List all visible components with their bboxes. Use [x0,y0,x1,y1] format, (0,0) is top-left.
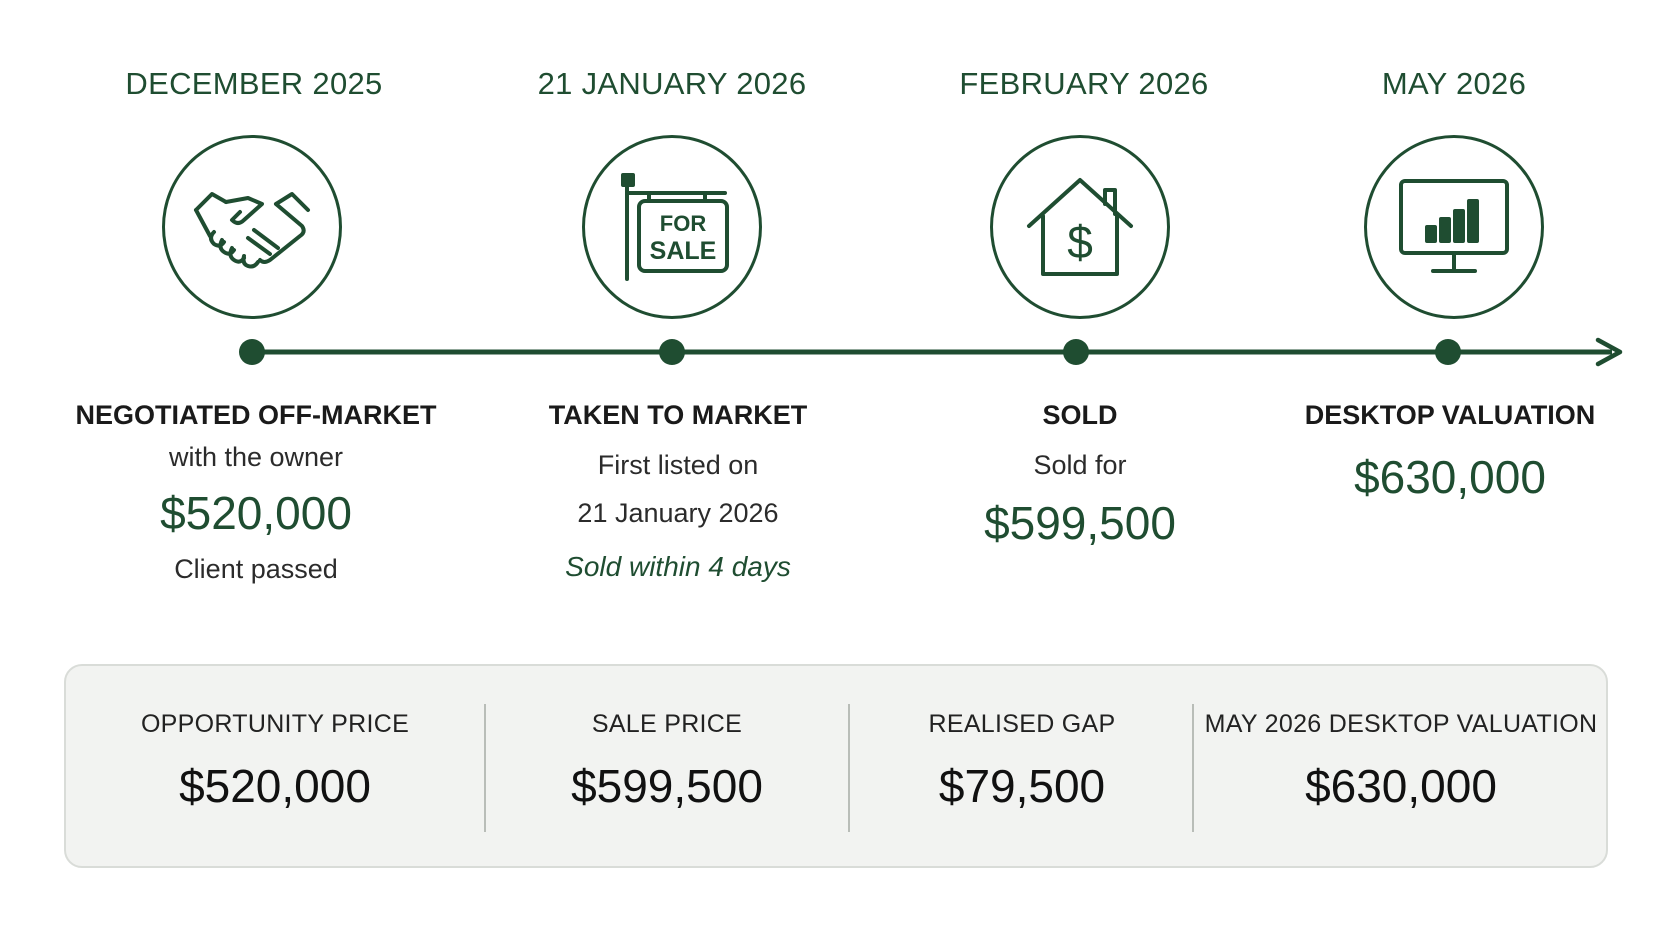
stage-title-4: DESKTOP VALUATION [1304,400,1596,430]
stage-line1-2: First listed on [597,450,759,480]
stage-price-4: $630,000 [1354,451,1546,503]
stage-price-1: $520,000 [160,487,352,539]
timeline-dot-1 [239,339,265,365]
summary-cell-valuation: MAY 2026 DESKTOP VALUATION $630,000 [1194,666,1608,866]
stage-date-4: MAY 2026 [1381,66,1527,101]
stage-highlight-2: Sold within 4 days [565,551,791,582]
summary-label: MAY 2026 DESKTOP VALUATION [1204,710,1598,738]
stage-text-3: SOLD Sold for $599,500 [880,395,1280,557]
summary-value: $520,000 [179,760,371,812]
stage-title-2: TAKEN TO MARKET [548,400,808,430]
for-sale-sign-text-top: FOR [660,211,707,236]
stage-icon-frame-3: $ [990,135,1170,319]
stage-date-2: 21 JANUARY 2026 [537,66,807,101]
stage-subtitle-3: Sold for [1033,450,1127,480]
svg-text:$: $ [1067,216,1093,268]
summary-panel: OPPORTUNITY PRICE $520,000 SALE PRICE $5… [64,664,1608,868]
stage-line2-2: 21 January 2026 [577,498,779,528]
summary-label: SALE PRICE [591,710,743,738]
stage-price-3: $599,500 [984,497,1176,549]
summary-cell-sale: SALE PRICE $599,500 [486,666,848,866]
summary-label: OPPORTUNITY PRICE [140,710,410,738]
stage-date-1: DECEMBER 2025 [125,66,383,101]
timeline-dot-4 [1435,339,1461,365]
stage-subtitle-1: with the owner [168,442,344,472]
stage-text-4: DESKTOP VALUATION $630,000 [1250,395,1650,511]
summary-value: $599,500 [571,760,763,812]
stage-title-1: NEGOTIATED OFF-MARKET [75,400,437,430]
timeline-dot-2 [659,339,685,365]
summary-label: REALISED GAP [928,710,1116,738]
stage-text-2: TAKEN TO MARKET First listed on 21 Janua… [478,395,878,597]
timeline-dot-3 [1063,339,1089,365]
house-dollar-icon: $ [1027,178,1133,276]
summary-cell-opportunity: OPPORTUNITY PRICE $520,000 [66,666,484,866]
summary-cell-gap: REALISED GAP $79,500 [850,666,1194,866]
summary-value: $630,000 [1305,760,1497,812]
stage-note-1: Client passed [174,554,338,584]
summary-value: $79,500 [938,760,1106,812]
stage-icon-frame-2: FOR SALE [582,135,762,319]
monitor-chart-icon [1399,179,1509,273]
stage-icon-frame-4 [1364,135,1544,319]
stage-date-3: FEBRUARY 2026 [959,66,1209,101]
stage-title-3: SOLD [1042,400,1118,430]
stage-icon-frame-1 [162,135,342,319]
for-sale-sign-icon: FOR SALE [621,173,729,281]
for-sale-sign-text-bottom: SALE [650,237,717,265]
handshake-icon [194,192,310,269]
stage-text-1: NEGOTIATED OFF-MARKET with the owner $52… [56,395,456,591]
